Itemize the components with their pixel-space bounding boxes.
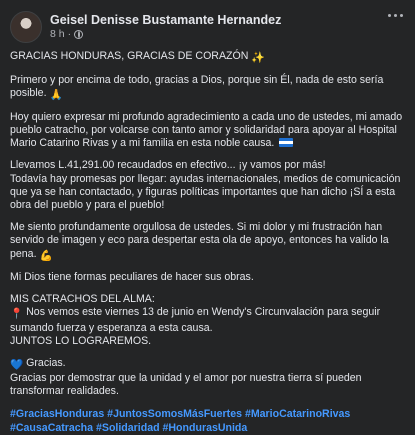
pin-icon: 📍 <box>10 308 24 321</box>
closing-text: Gracias por demostrar que la unidad y el… <box>10 372 362 398</box>
sparkles-icon: ✨ <box>251 52 266 64</box>
hashtags: #GraciasHonduras #JuntosSomosMásFuertes … <box>10 407 403 435</box>
hashtag-link[interactable]: #GraciasHonduras <box>10 408 104 420</box>
paragraph-gratitude-god: Primero y por encima de todo, gracias a … <box>10 74 403 103</box>
separator-dot: · <box>67 28 72 40</box>
paragraph-text: Me siento profundamente orgullosa de ust… <box>10 220 389 260</box>
honduras-flag-icon <box>279 138 294 148</box>
paragraph-text: Mi Dios tiene formas peculiares de hacer… <box>10 271 254 284</box>
blue-heart-icon: 💙 <box>10 358 24 371</box>
post-time[interactable]: 8 h <box>50 28 65 41</box>
paragraph-donations: Llevamos L.41,291.00 recaudados en efect… <box>10 159 403 212</box>
promises-text: Todavía hay promesas por llegar: ayudas … <box>10 172 401 212</box>
hashtag-link[interactable]: #MarioCatarinoRivas <box>245 408 350 420</box>
more-options-icon[interactable] <box>388 14 403 17</box>
globe-icon <box>74 30 84 39</box>
title-text: GRACIAS HONDURAS, GRACIAS DE CORAZÓN <box>10 50 249 62</box>
post-subtitle: 8 h · <box>50 28 281 41</box>
pray-icon: 🙏 <box>49 89 63 102</box>
post-body: GRACIAS HONDURAS, GRACIAS DE CORAZÓN ✨ P… <box>10 50 403 435</box>
closing-thanks: 💙 Gracias. <box>10 357 403 372</box>
event-closing: JUNTOS LO LOGRAREMOS. <box>10 335 152 348</box>
paragraph-closing: 💙 Gracias. Gracias por demostrar que la … <box>10 357 403 399</box>
paragraph-text: Primero y por encima de todo, gracias a … <box>10 73 384 100</box>
paragraph-thanks: Hoy quiero expresar mi profundo agradeci… <box>10 111 403 151</box>
paragraph-text: Hoy quiero expresar mi profundo agradeci… <box>10 110 403 150</box>
hashtag-link[interactable]: #CausaCatracha <box>10 422 93 434</box>
hashtag-link[interactable]: #HondurasUnida <box>163 422 248 434</box>
post-header: Geisel Denisse Bustamante Hernandez 8 h … <box>10 10 403 44</box>
event-details: 📍 Nos vemos este viernes 13 de junio en … <box>10 306 403 335</box>
event-text: Nos vemos este viernes 13 de junio en We… <box>10 306 381 334</box>
post-meta: Geisel Denisse Bustamante Hernandez 8 h … <box>50 13 281 41</box>
paragraph-faith: Mi Dios tiene formas peculiares de hacer… <box>10 271 403 284</box>
donation-total-text: Llevamos L.41,291.00 recaudados en efect… <box>10 159 326 172</box>
muscle-icon: 💪 <box>39 249 53 262</box>
thanks-text: Gracias. <box>26 356 66 369</box>
hashtag-link[interactable]: #Solidaridad <box>96 422 160 434</box>
avatar[interactable] <box>10 11 42 43</box>
paragraph-title: GRACIAS HONDURAS, GRACIAS DE CORAZÓN ✨ <box>10 50 403 65</box>
hashtag-link[interactable]: #JuntosSomosMásFuertes <box>107 408 242 420</box>
paragraph-pride: Me siento profundamente orgullosa de ust… <box>10 221 403 263</box>
event-heading: MIS CATRACHOS DEL ALMA: <box>10 293 155 306</box>
author-name[interactable]: Geisel Denisse Bustamante Hernandez <box>50 13 281 28</box>
paragraph-event: MIS CATRACHOS DEL ALMA: 📍 Nos vemos este… <box>10 293 403 348</box>
facebook-post: Geisel Denisse Bustamante Hernandez 8 h … <box>0 0 415 434</box>
